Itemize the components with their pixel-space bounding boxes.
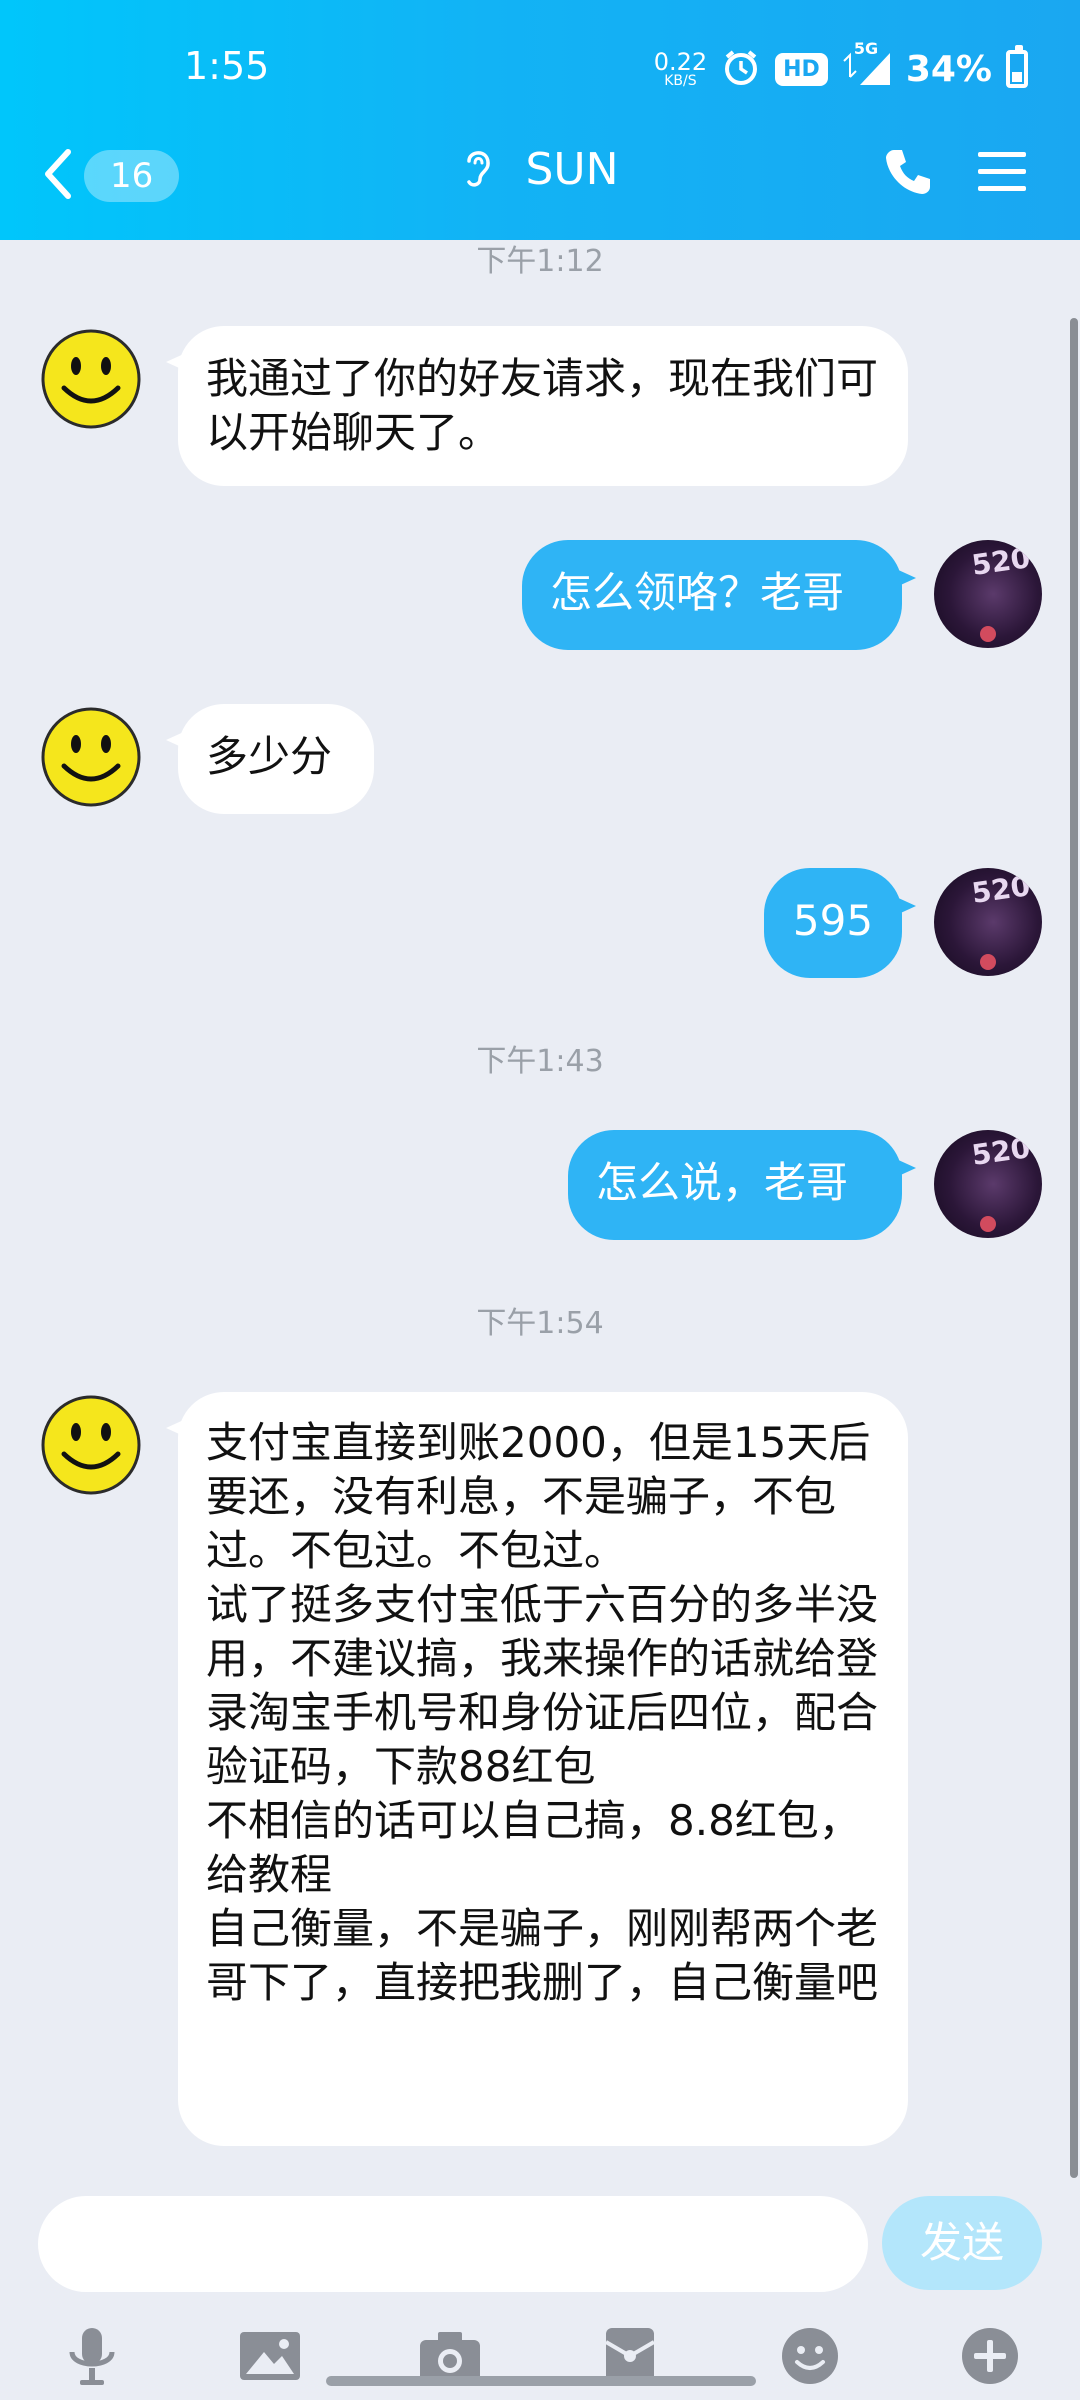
- send-button[interactable]: 发送: [882, 2196, 1042, 2290]
- net-speed-value: 0.22: [653, 48, 708, 76]
- hd-badge: HD: [775, 52, 828, 86]
- image-icon[interactable]: [234, 2320, 306, 2392]
- timestamp: 下午1:43: [476, 1044, 604, 1079]
- signal-icon: 5G: [842, 39, 892, 91]
- net-speed-unit: KB/S: [664, 73, 697, 89]
- avatar-dot: [980, 626, 996, 642]
- call-button[interactable]: [882, 146, 934, 202]
- emoji-icon[interactable]: [774, 2320, 846, 2392]
- avatar-text: 520: [969, 541, 1033, 582]
- net-speed: 0.22 KB/S: [654, 50, 707, 88]
- battery-icon: [1006, 45, 1028, 88]
- battery-level: [1012, 71, 1022, 82]
- contact-avatar[interactable]: [40, 1394, 142, 1496]
- contact-avatar[interactable]: [40, 706, 142, 808]
- plus-icon[interactable]: [954, 2320, 1026, 2392]
- menu-icon: [976, 152, 1028, 198]
- my-avatar[interactable]: 520: [934, 868, 1042, 976]
- status-time: 1:55: [184, 44, 270, 88]
- my-avatar[interactable]: 520: [934, 540, 1042, 648]
- scrollbar[interactable]: [1070, 318, 1078, 2178]
- phone-icon: [882, 150, 934, 202]
- message-bubble[interactable]: 595: [764, 868, 902, 978]
- message-input[interactable]: [38, 2196, 868, 2292]
- battery-percent: 34%: [905, 48, 992, 90]
- input-bar: 发送: [0, 2180, 1080, 2400]
- home-indicator[interactable]: [326, 2376, 756, 2386]
- avatar-dot: [980, 1216, 996, 1232]
- message-bubble[interactable]: 怎么领咯？老哥: [522, 540, 902, 650]
- network-type: 5G: [853, 39, 879, 58]
- avatar-text: 520: [969, 1131, 1033, 1172]
- message-bubble[interactable]: 多少分: [178, 704, 374, 814]
- timestamp: 下午1:12: [476, 244, 604, 279]
- chat-area[interactable]: 下午1:12 我通过了你的好友请求，现在我们可以开始聊天了。 520 怎么领咯？…: [0, 240, 1080, 2180]
- status-icons: 0.22 KB/S HD 5G 34%: [654, 39, 1028, 94]
- timestamp: 下午1:54: [476, 1306, 604, 1341]
- menu-button[interactable]: [976, 150, 1028, 198]
- message-bubble[interactable]: 怎么说，老哥: [568, 1130, 902, 1240]
- my-avatar[interactable]: 520: [934, 1130, 1042, 1238]
- ear-icon: [461, 145, 495, 200]
- mic-icon[interactable]: [56, 2320, 128, 2392]
- message-bubble[interactable]: 我通过了你的好友请求，现在我们可以开始聊天了。: [178, 326, 908, 486]
- contact-avatar[interactable]: [40, 328, 142, 430]
- avatar-text: 520: [969, 869, 1033, 910]
- message-bubble[interactable]: 支付宝直接到账2000，但是15天后要还，没有利息，不是骗子，不包过。不包过。不…: [178, 1392, 908, 2146]
- app-header: 1:55 0.22 KB/S HD 5G 34% 16 SUN: [0, 0, 1080, 240]
- alarm-icon: [721, 47, 761, 91]
- contact-name: SUN: [525, 144, 619, 195]
- avatar-dot: [980, 954, 996, 970]
